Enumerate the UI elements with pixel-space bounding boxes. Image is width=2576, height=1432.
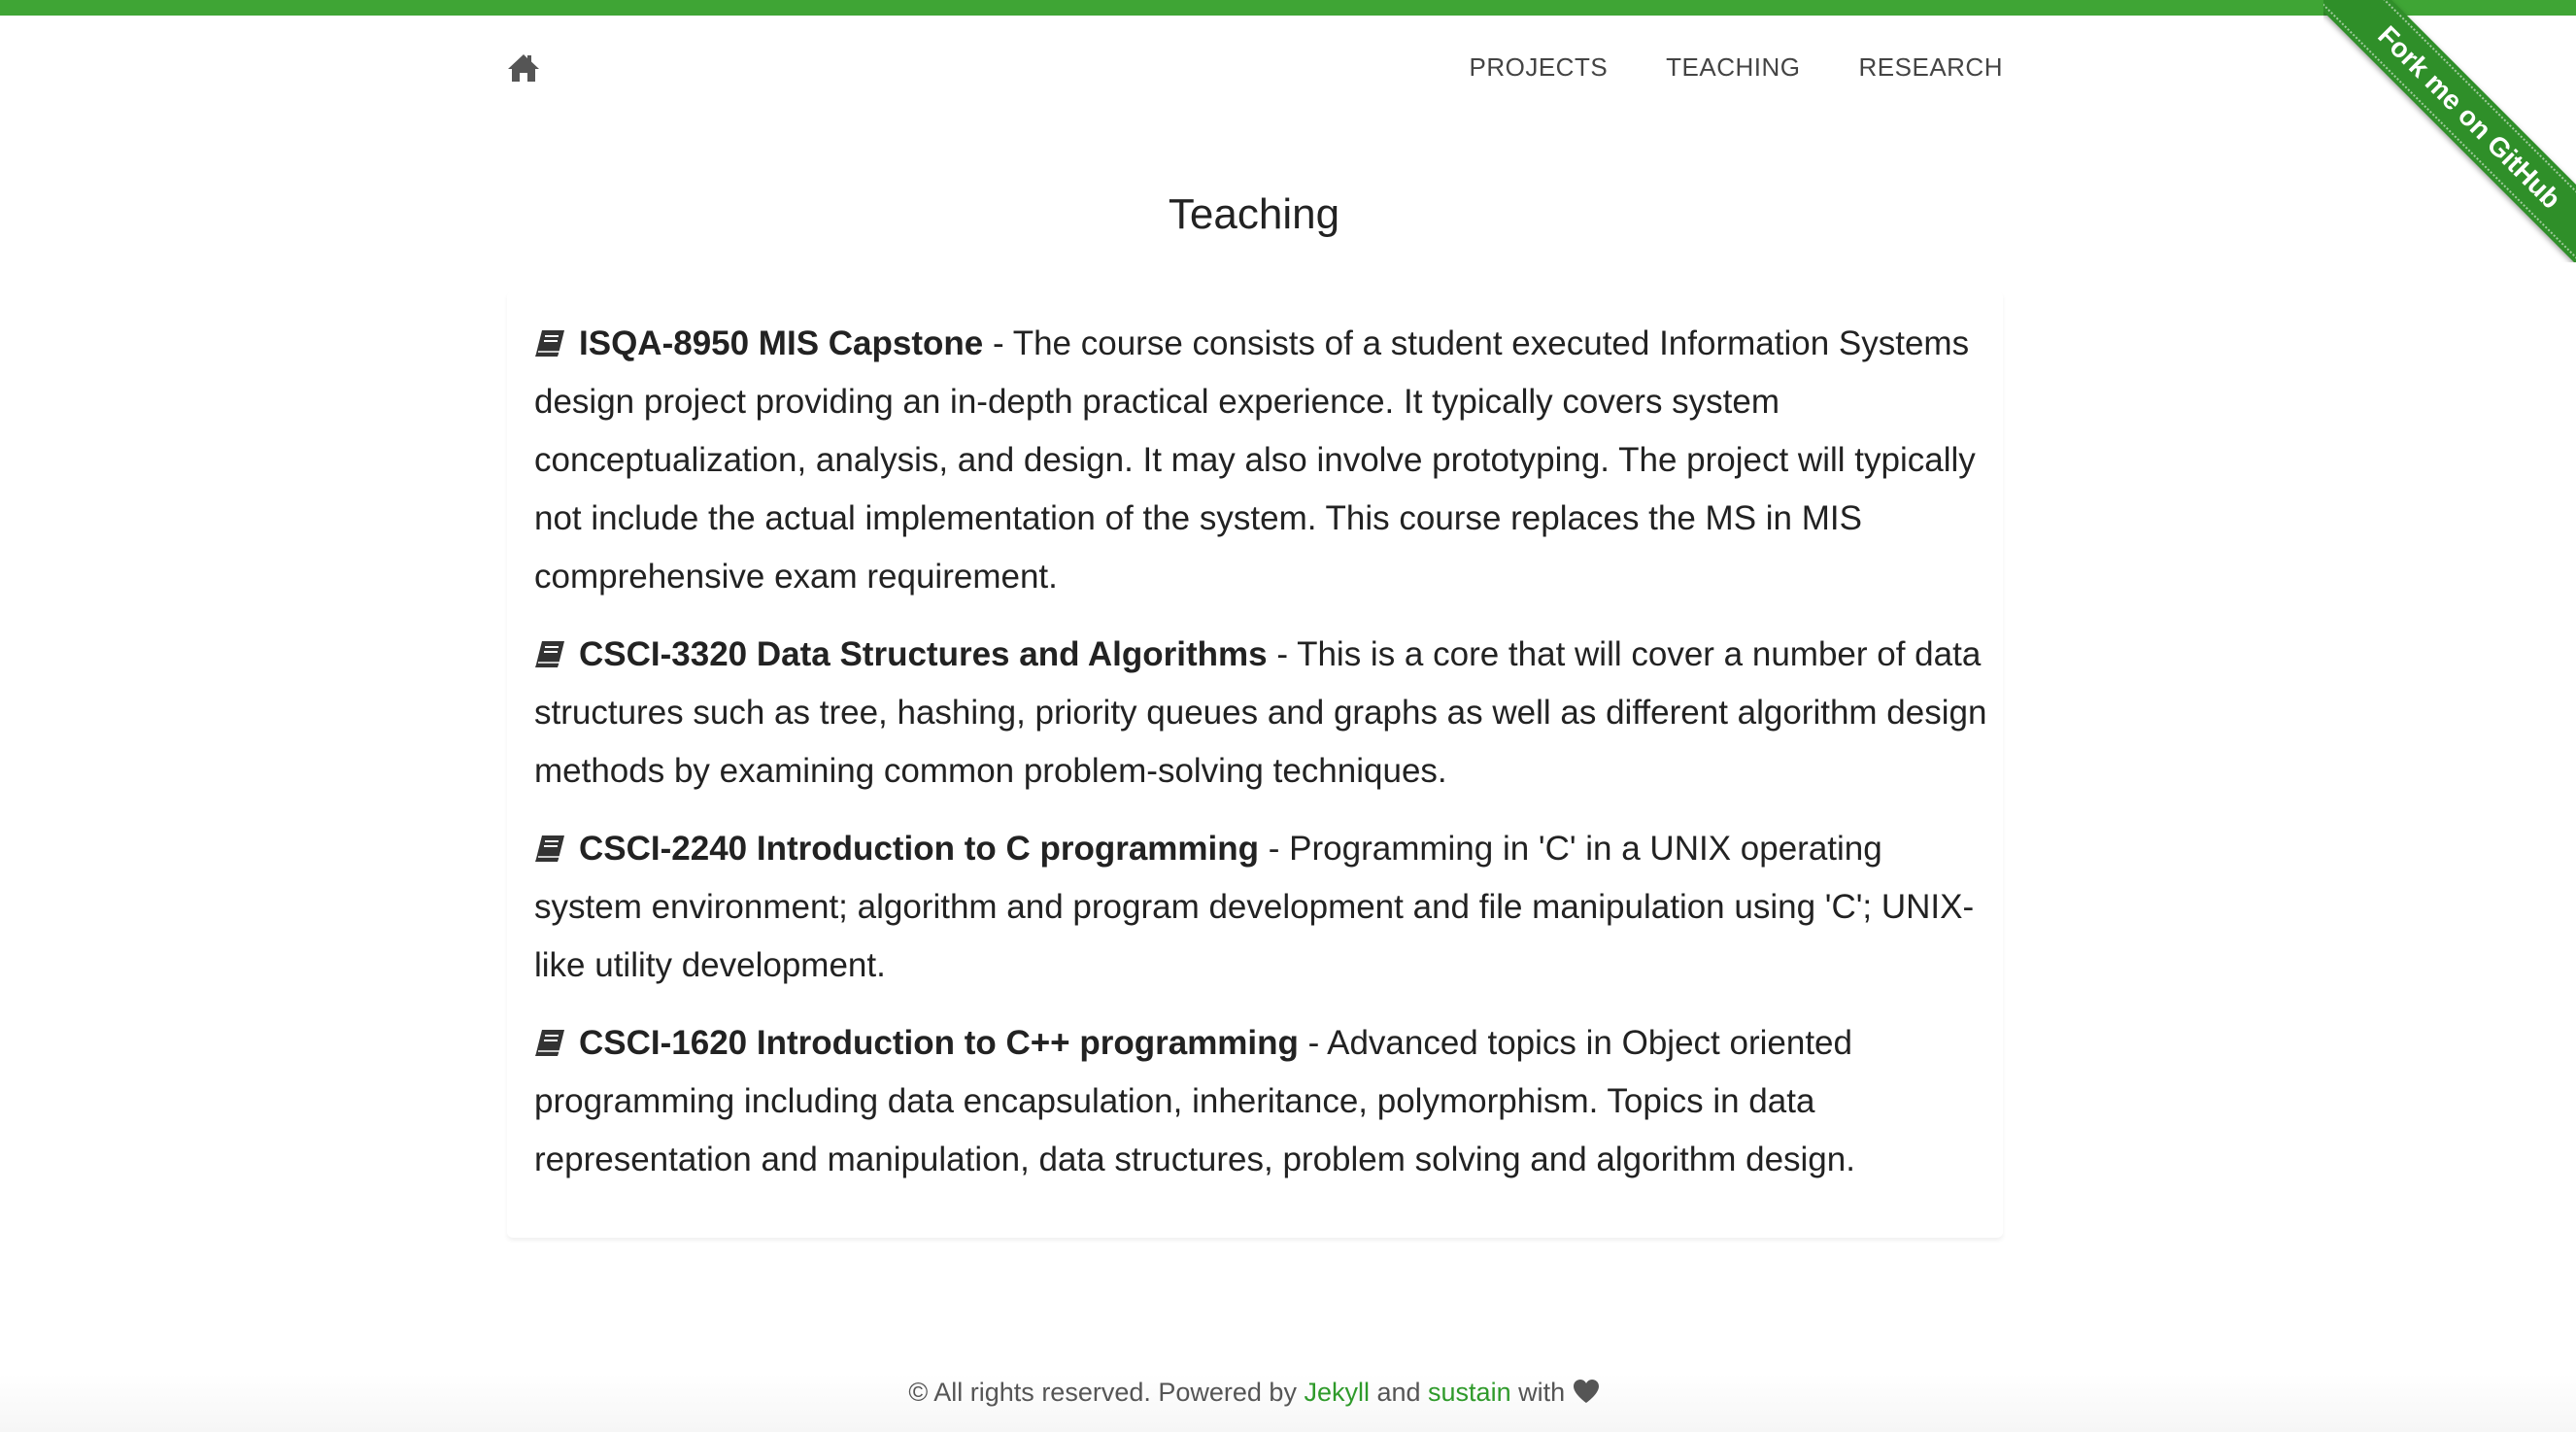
home-link[interactable] <box>507 52 540 84</box>
course-description: - The course consists of a student execu… <box>534 324 1976 596</box>
nav-research-link[interactable]: RESEARCH <box>1859 52 2003 83</box>
course-item: ISQA-8950 MIS Capstone - The course cons… <box>534 315 1991 606</box>
nav-projects-link[interactable]: PROJECTS <box>1469 52 1608 83</box>
home-icon <box>507 52 540 84</box>
nav-links: PROJECTS TEACHING RESEARCH <box>1469 52 2003 83</box>
top-accent-bar <box>0 0 2576 16</box>
book-icon <box>534 328 565 358</box>
book-icon <box>534 1028 565 1057</box>
footer-text: © All rights reserved. Powered by Jekyll… <box>0 1378 2508 1408</box>
course-item: CSCI-3320 Data Structures and Algorithms… <box>534 626 1991 801</box>
top-navigation: PROJECTS TEACHING RESEARCH <box>507 47 2003 89</box>
footer: © All rights reserved. Powered by Jekyll… <box>0 1374 2576 1432</box>
course-title: ISQA-8950 MIS Capstone <box>579 324 984 362</box>
sustain-link[interactable]: sustain <box>1428 1378 1511 1407</box>
course-title: CSCI-2240 Introduction to C programming <box>579 830 1260 868</box>
jekyll-link[interactable]: Jekyll <box>1304 1378 1370 1407</box>
course-item: CSCI-1620 Introduction to C++ programmin… <box>534 1014 1991 1189</box>
course-title: CSCI-3320 Data Structures and Algorithms <box>579 635 1268 673</box>
course-list: ISQA-8950 MIS Capstone - The course cons… <box>534 315 1991 1209</box>
footer-middle: and <box>1369 1378 1429 1407</box>
footer-prefix: © All rights reserved. Powered by <box>908 1378 1305 1407</box>
book-icon <box>534 639 565 668</box>
content-card: ISQA-8950 MIS Capstone - The course cons… <box>507 291 2003 1238</box>
book-icon <box>534 834 565 863</box>
page-title: Teaching <box>1168 190 1340 238</box>
course-item: CSCI-2240 Introduction to C programming … <box>534 820 1991 995</box>
nav-teaching-link[interactable]: TEACHING <box>1666 52 1800 83</box>
footer-suffix: with <box>1510 1378 1573 1407</box>
course-title: CSCI-1620 Introduction to C++ programmin… <box>579 1024 1299 1062</box>
heart-icon <box>1573 1379 1600 1404</box>
